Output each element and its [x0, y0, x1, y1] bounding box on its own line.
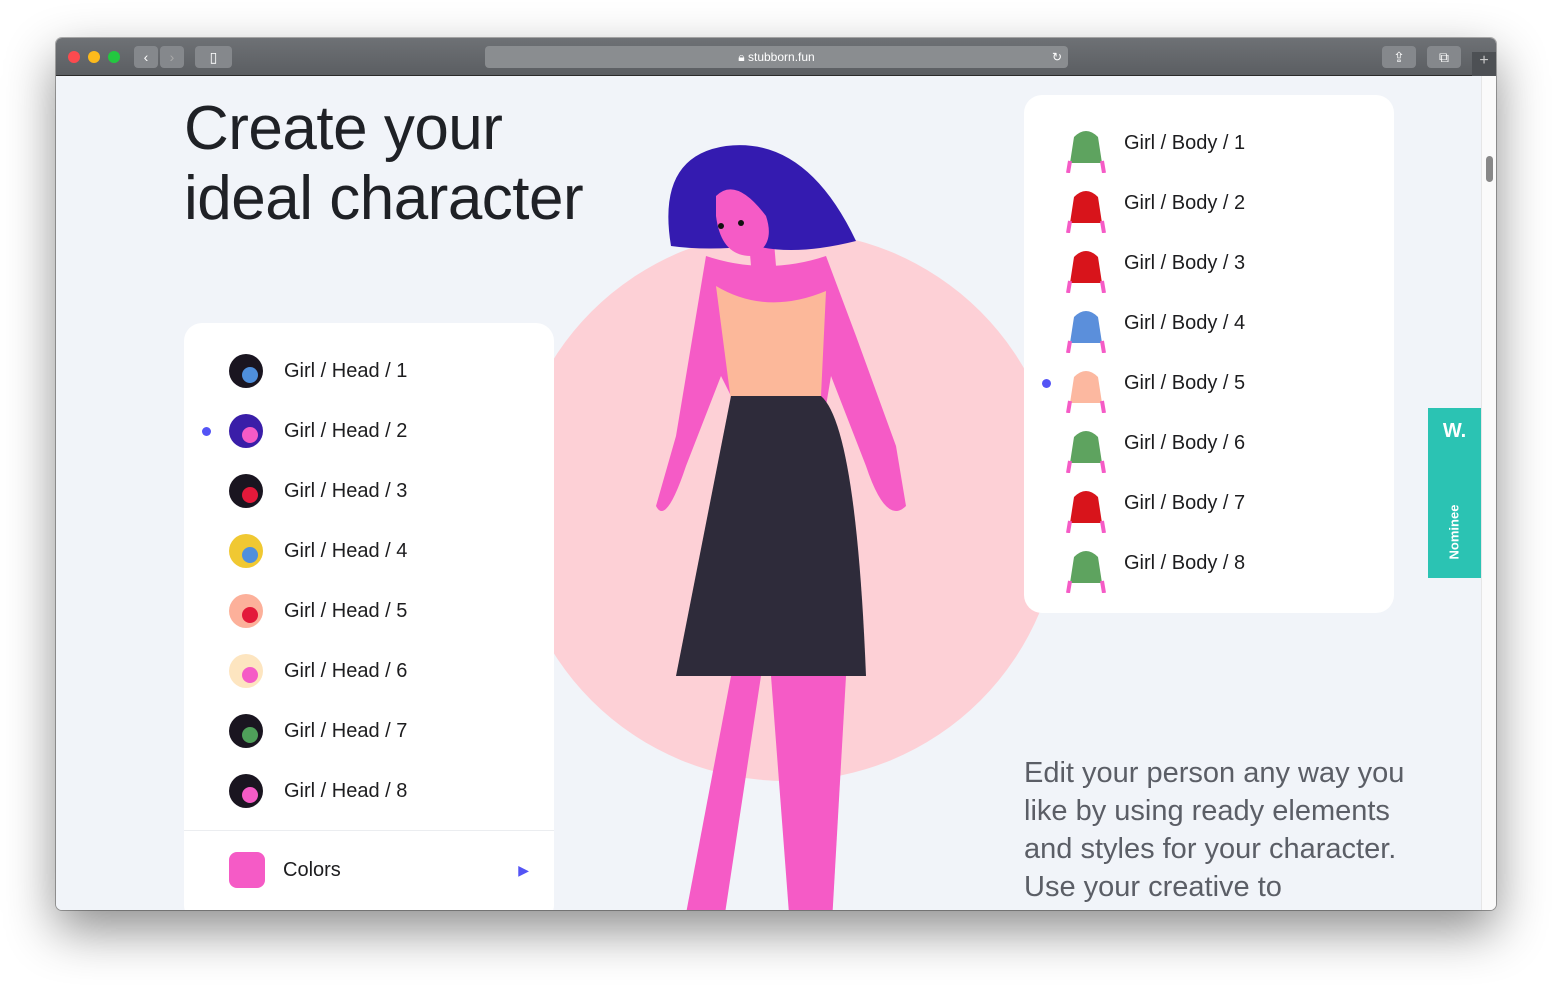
list-item[interactable]: Girl / Body / 7: [1066, 483, 1246, 534]
body-thumbnail-icon: [1066, 543, 1106, 594]
description-text: Edit your person any way you like by usi…: [1024, 757, 1405, 903]
item-label: Girl / Body / 8: [1124, 551, 1246, 574]
list-item[interactable]: Girl / Body / 4: [1066, 303, 1246, 354]
body-thumbnail-icon: [1066, 123, 1106, 174]
head-thumbnail-icon: [226, 471, 266, 511]
colors-item[interactable]: Colors ▶: [229, 850, 529, 890]
color-swatch: [229, 852, 265, 888]
head-thumbnail-icon: [226, 411, 266, 451]
body-thumbnail-icon: [1066, 483, 1106, 534]
body-thumbnail-icon: [1066, 303, 1106, 354]
body-thumbnail-icon: [1066, 363, 1106, 414]
maximize-button[interactable]: [108, 51, 120, 63]
body-thumbnail-icon: [1066, 183, 1106, 234]
minimize-button[interactable]: [88, 51, 100, 63]
item-label: Girl / Body / 5: [1124, 371, 1246, 394]
head-thumbnail-icon: [226, 531, 266, 571]
item-label: Girl / Body / 6: [1124, 431, 1246, 454]
list-item[interactable]: Girl / Head / 5: [226, 591, 407, 631]
chevron-right-icon[interactable]: ▶: [518, 862, 529, 879]
bodies-panel: Girl / Body / 1 Girl / Body / 2 Girl / Bod…: [1024, 95, 1394, 613]
body-thumbnail-icon: [1066, 423, 1106, 474]
list-item[interactable]: Girl / Head / 3: [226, 471, 407, 511]
list-item[interactable]: Girl / Body / 6: [1066, 423, 1246, 474]
list-item[interactable]: Girl / Body / 5: [1066, 363, 1246, 414]
item-label: Girl / Head / 7: [284, 719, 408, 742]
item-label: Girl / Head / 8: [284, 779, 408, 802]
list-item[interactable]: Girl / Body / 8: [1066, 543, 1246, 594]
heads-panel: Girl / Head / 1 Girl / Head / 2 Girl / Hea…: [184, 323, 554, 910]
url-text: stubborn.fun: [748, 50, 815, 64]
sidebar-toggle-icon[interactable]: ▯: [195, 46, 232, 68]
badge-logo: W.: [1442, 420, 1467, 442]
list-item[interactable]: Girl / Head / 4: [226, 531, 407, 571]
item-label: Girl / Head / 3: [284, 479, 408, 502]
item-label: Girl / Head / 1: [284, 359, 408, 382]
character-illustration: [536, 145, 1056, 910]
back-button[interactable]: ‹: [134, 46, 158, 68]
head-thumbnail-icon: [226, 771, 266, 811]
tabs-icon[interactable]: ⧉: [1427, 46, 1461, 68]
item-label: Girl / Head / 2: [284, 419, 408, 442]
list-item[interactable]: Girl / Head / 7: [226, 711, 407, 751]
list-item[interactable]: Girl / Head / 1: [226, 351, 407, 391]
item-label: Girl / Head / 4: [284, 539, 408, 562]
list-item[interactable]: Girl / Body / 2: [1066, 183, 1246, 234]
list-item[interactable]: Girl / Body / 3: [1066, 243, 1246, 294]
scrollbar-thumb[interactable]: [1486, 156, 1493, 182]
item-label: Girl / Body / 3: [1124, 251, 1246, 274]
item-label: Girl / Body / 7: [1124, 491, 1246, 514]
browser-toolbar: ‹ › ▯ 🔒︎ stubborn.fun ↻ ⇪ ⧉ +: [56, 38, 1496, 76]
forward-button[interactable]: ›: [160, 46, 184, 68]
scrollbar[interactable]: [1481, 76, 1496, 910]
divider: [184, 830, 554, 831]
awwwards-nominee-badge[interactable]: W. Nominee: [1428, 408, 1481, 578]
list-item[interactable]: Girl / Head / 8: [226, 771, 407, 811]
address-bar[interactable]: 🔒︎ stubborn.fun ↻: [485, 46, 1068, 68]
list-item[interactable]: Girl / Head / 2: [226, 411, 407, 451]
badge-label: Nominee: [1446, 504, 1462, 560]
page-content: Create your ideal character Girl / Head /…: [56, 76, 1481, 910]
list-item[interactable]: Girl / Head / 6: [226, 651, 407, 691]
item-label: Girl / Body / 2: [1124, 191, 1246, 214]
head-thumbnail-icon: [226, 351, 266, 391]
item-label: Girl / Body / 4: [1124, 311, 1246, 334]
body-thumbnail-icon: [1066, 243, 1106, 294]
head-thumbnail-icon: [226, 711, 266, 751]
head-thumbnail-icon: [226, 591, 266, 631]
item-label: Girl / Head / 6: [284, 659, 408, 682]
share-icon[interactable]: ⇪: [1382, 46, 1416, 68]
item-label: Girl / Head / 5: [284, 599, 408, 622]
close-button[interactable]: [68, 51, 80, 63]
selected-indicator: [1042, 379, 1051, 388]
selected-indicator: [202, 427, 211, 436]
new-tab-icon[interactable]: +: [1472, 52, 1496, 76]
list-item[interactable]: Girl / Body / 1: [1066, 123, 1246, 174]
item-label: Girl / Body / 1: [1124, 131, 1246, 154]
reload-icon[interactable]: ↻: [1052, 46, 1062, 68]
browser-window: ‹ › ▯ 🔒︎ stubborn.fun ↻ ⇪ ⧉ + Create your…: [56, 38, 1496, 910]
page-title: Create your ideal character: [184, 94, 584, 233]
head-thumbnail-icon: [226, 651, 266, 691]
lock-icon: 🔒︎: [738, 50, 745, 64]
colors-label: Colors: [283, 858, 341, 881]
